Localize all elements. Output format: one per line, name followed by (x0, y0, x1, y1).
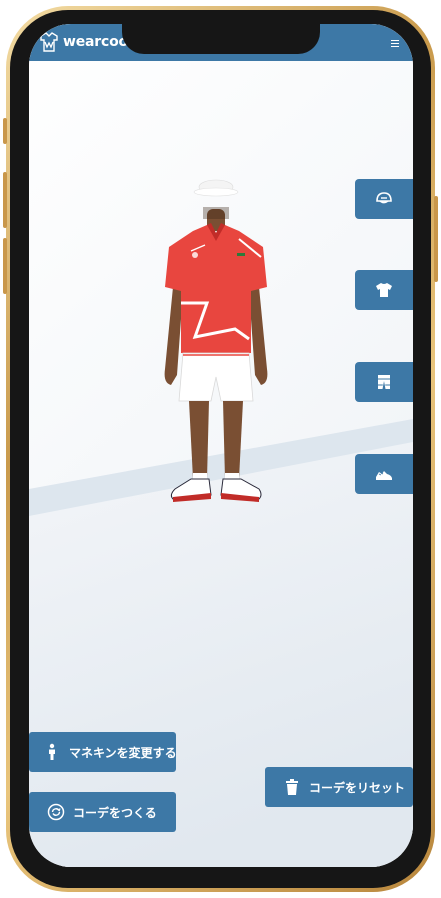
person-icon (49, 743, 55, 760)
mannequin-figure (164, 179, 268, 502)
trash-icon (286, 779, 298, 795)
mute-switch (3, 118, 7, 144)
reset-coord-label: コーデをリセット (309, 780, 406, 795)
tab-bottoms-category[interactable] (355, 362, 413, 402)
phone-notch (122, 24, 320, 54)
power-button (434, 196, 438, 282)
logo-icon[interactable] (37, 30, 61, 54)
make-coord-label: コーデをつくる (73, 805, 157, 820)
app-screen: wearcoord マネキンを変更する コーデをつくる コーデをリセット (29, 24, 413, 867)
volume-down-button (3, 238, 7, 294)
change-mannequin-button[interactable]: マネキンを変更する (29, 732, 177, 772)
reset-coord-button[interactable]: コーデをリセット (265, 767, 413, 807)
shorts-icon (378, 375, 390, 389)
volume-up-button (3, 172, 7, 228)
hamburger-menu-icon[interactable] (391, 40, 399, 47)
tshirt-icon (376, 283, 392, 297)
refresh-circle-icon (47, 803, 65, 821)
cap-icon (376, 192, 392, 204)
change-mannequin-label: マネキンを変更する (69, 745, 177, 760)
tab-tops-category[interactable] (355, 270, 413, 310)
tab-shoes-category[interactable] (355, 454, 413, 494)
sneakers-icon (376, 471, 392, 480)
tab-head-category[interactable] (355, 179, 413, 219)
make-coord-button[interactable]: コーデをつくる (29, 792, 176, 832)
